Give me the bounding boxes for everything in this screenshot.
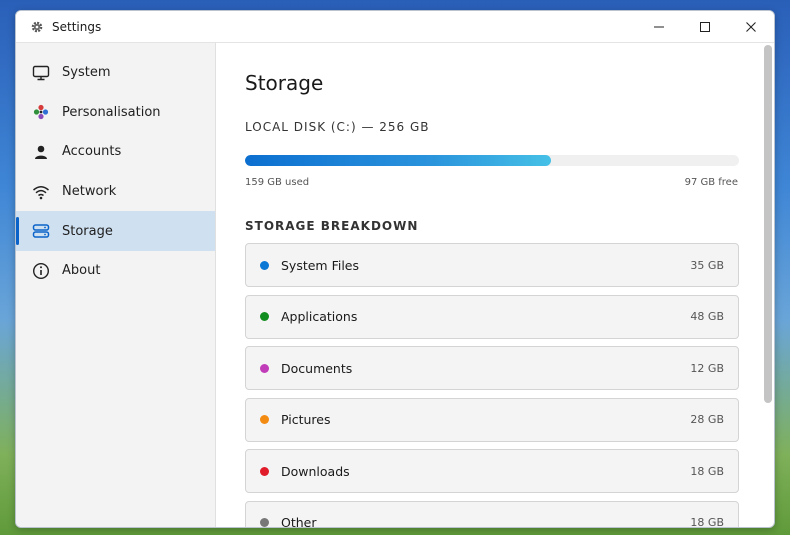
category-name: Documents	[281, 360, 353, 376]
disk-usage-fill	[245, 155, 552, 166]
category-color-dot	[260, 312, 269, 321]
sidebar-item-accounts[interactable]: Accounts	[16, 132, 215, 172]
disk-label: LOCAL DISK (C:) — 256 GB	[245, 120, 430, 134]
category-size: 18 GB	[690, 464, 724, 478]
settings-window: Settings System Personalisation Accounts…	[15, 10, 775, 528]
sidebar-item-label: Personalisation	[62, 104, 161, 120]
category-name: Other	[281, 515, 317, 527]
category-name: Downloads	[281, 463, 350, 479]
monitor-icon	[32, 64, 50, 82]
sidebar-item-label: Network	[62, 184, 117, 200]
sidebar-item-system[interactable]: System	[16, 53, 215, 93]
page-title: Storage	[245, 71, 324, 95]
breakdown-row-system-files[interactable]: System Files 35 GB	[245, 243, 739, 287]
breakdown-title: STORAGE BREAKDOWN	[245, 219, 419, 233]
palette-icon	[32, 103, 50, 121]
disk-usage-bar	[245, 155, 739, 166]
category-size: 28 GB	[690, 413, 724, 426]
category-name: System Files	[281, 257, 360, 273]
sidebar-item-storage[interactable]: Storage	[16, 211, 215, 251]
storage-icon	[32, 222, 50, 240]
scrollbar-thumb[interactable]	[764, 45, 772, 403]
category-size: 18 GB	[690, 516, 724, 527]
person-icon	[32, 143, 50, 161]
close-button[interactable]	[728, 11, 774, 43]
category-size: 12 GB	[690, 361, 724, 375]
free-text: 97 GB free	[684, 177, 738, 188]
category-name: Pictures	[281, 412, 331, 427]
category-size: 48 GB	[690, 310, 724, 323]
category-color-dot	[260, 363, 269, 373]
scrollbar[interactable]	[764, 43, 772, 527]
category-color-dot	[260, 466, 269, 476]
sidebar-item-label: Accounts	[62, 144, 122, 160]
sidebar-item-label: System	[62, 65, 111, 81]
breakdown-row-other[interactable]: Other 18 GB	[245, 500, 739, 527]
wifi-icon	[32, 183, 50, 201]
gear-icon	[30, 20, 44, 34]
main-content: Storage LOCAL DISK (C:) — 256 GB 159 GB …	[217, 43, 774, 527]
category-size: 35 GB	[690, 258, 724, 272]
breakdown-list: System Files 35 GB Applications 48 GB Do…	[245, 243, 739, 527]
breakdown-row-applications[interactable]: Applications 48 GB	[245, 294, 739, 339]
minimize-icon	[654, 26, 664, 28]
close-icon	[746, 22, 756, 32]
maximize-icon	[700, 22, 710, 32]
title-bar[interactable]: Settings	[16, 11, 774, 43]
sidebar-item-network[interactable]: Network	[16, 172, 215, 212]
sidebar-item-about[interactable]: About	[16, 251, 215, 291]
maximize-button[interactable]	[682, 11, 728, 43]
breakdown-row-documents[interactable]: Documents 12 GB	[245, 346, 739, 390]
used-text: 159 GB used	[245, 177, 310, 188]
minimize-button[interactable]	[636, 11, 682, 43]
category-name: Applications	[281, 309, 358, 324]
breakdown-row-downloads[interactable]: Downloads 18 GB	[245, 449, 739, 493]
sidebar-item-label: About	[62, 263, 101, 279]
sidebar: System Personalisation Accounts Network …	[16, 43, 216, 527]
sidebar-item-personalisation[interactable]: Personalisation	[16, 93, 215, 133]
category-color-dot	[260, 415, 269, 424]
info-icon	[32, 262, 50, 280]
category-color-dot	[260, 518, 269, 527]
window-title: Settings	[52, 19, 102, 34]
sidebar-item-label: Storage	[62, 223, 113, 239]
breakdown-row-pictures[interactable]: Pictures 28 GB	[245, 397, 739, 442]
category-color-dot	[260, 260, 269, 270]
